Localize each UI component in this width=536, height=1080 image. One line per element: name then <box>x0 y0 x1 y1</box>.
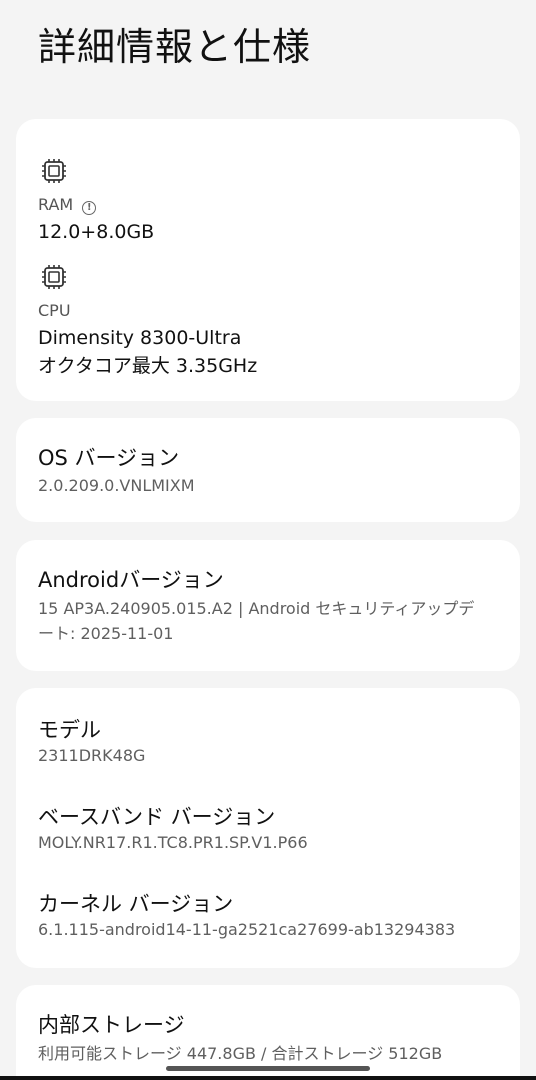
device-info-card: モデル 2311DRK48G ベースバンド バージョン MOLY.NR17.R1… <box>16 688 520 968</box>
kernel-title: カーネル バージョン <box>38 892 234 916</box>
gesture-home-bar[interactable] <box>166 1066 370 1071</box>
android-version-card[interactable]: Androidバージョン 15 AP3A.240905.015.A2 | And… <box>16 540 520 671</box>
cpu-label: CPU <box>38 301 71 320</box>
model-value: 2311DRK48G <box>38 746 146 765</box>
ram-label: RAM ! <box>38 195 97 215</box>
os-version-title: OS バージョン <box>38 446 180 470</box>
model-title: モデル <box>38 718 101 742</box>
storage-value: 利用可能ストレージ 447.8GB / 合計ストレージ 512GB <box>38 1044 443 1063</box>
baseband-value: MOLY.NR17.R1.TC8.PR1.SP.V1.P66 <box>38 833 308 852</box>
android-version-title: Androidバージョン <box>38 568 224 592</box>
chip-icon <box>42 159 66 183</box>
screen-bottom-edge <box>0 1076 536 1080</box>
info-circle-icon[interactable]: ! <box>82 201 97 215</box>
ram-label-text: RAM <box>38 195 74 214</box>
page-title: 詳細情報と仕様 <box>38 25 312 69</box>
storage-title: 内部ストレージ <box>38 1013 185 1037</box>
kernel-value: 6.1.115-android14-11-ga2521ca27699-ab132… <box>38 920 456 939</box>
ram-value: 12.0+8.0GB <box>38 221 155 243</box>
android-version-line1: 15 AP3A.240905.015.A2 | Android セキュリティアッ… <box>38 599 475 618</box>
os-version-card[interactable]: OS バージョン 2.0.209.0.VNLMIXM <box>16 418 520 522</box>
hardware-card: RAM ! 12.0+8.0GB CPU Dimensity 8300-Ultr… <box>16 119 520 401</box>
cpu-model: Dimensity 8300-Ultra <box>38 327 242 349</box>
cpu-cores: オクタコア最大 3.35GHz <box>38 355 258 377</box>
about-phone-specs-screen: 詳細情報と仕様 RAM ! 12.0+8.0GB CPU Dimensity 8… <box>0 0 536 1080</box>
os-version-value: 2.0.209.0.VNLMIXM <box>38 476 195 495</box>
android-version-line2: ート: 2025-11-01 <box>38 624 174 643</box>
cpu-icon <box>42 265 66 289</box>
baseband-title: ベースバンド バージョン <box>38 805 276 829</box>
